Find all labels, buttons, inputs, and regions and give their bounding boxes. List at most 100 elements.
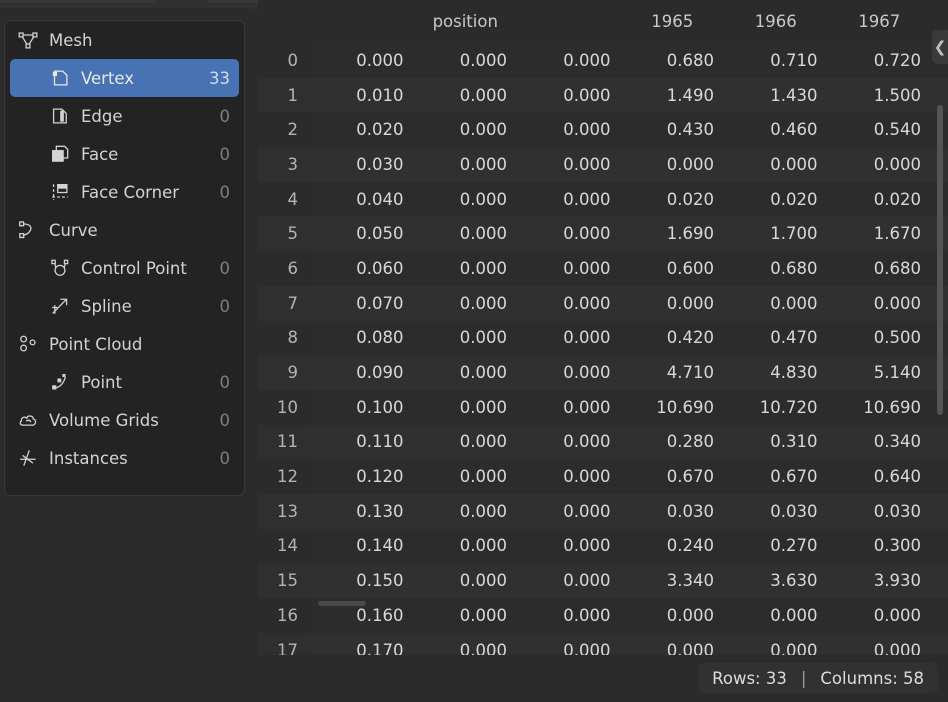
table-cell[interactable]: 1.490	[621, 78, 725, 113]
sidebar-item-mesh[interactable]: Mesh	[5, 21, 244, 59]
table-cell[interactable]: 0.000	[724, 633, 828, 655]
table-row[interactable]: 1 0.010 0.000 0.000 1.490 1.430 1.500	[258, 77, 948, 113]
table-row[interactable]: 10 0.100 0.000 0.000 10.690 10.720 10.690	[258, 389, 948, 425]
table-cell[interactable]: 0.000	[621, 147, 725, 182]
table-cell[interactable]: 0.170	[310, 633, 414, 655]
table-cell[interactable]: 0.470	[724, 321, 828, 356]
column-header[interactable]: 1965	[621, 0, 725, 43]
table-cell[interactable]: 0.310	[724, 425, 828, 460]
vertical-scrollbar-thumb[interactable]	[937, 105, 943, 415]
sidebar-item-point[interactable]: Point 0	[5, 363, 244, 401]
table-cell[interactable]: 0.000	[621, 633, 725, 655]
table-cell[interactable]: 0.000	[621, 286, 725, 321]
table-cell[interactable]: 0.020	[621, 182, 725, 217]
table-cell[interactable]: 10.690	[621, 390, 725, 425]
table-row[interactable]: 12 0.120 0.000 0.000 0.670 0.670 0.640	[258, 459, 948, 494]
table-cell[interactable]: 0.070	[310, 286, 414, 321]
column-header[interactable]: position	[310, 0, 621, 43]
table-cell[interactable]: 0.000	[414, 182, 518, 217]
table-cell[interactable]: 0.010	[310, 78, 414, 113]
table-cell[interactable]: 0.000	[517, 425, 621, 460]
table-cell[interactable]: 0.140	[310, 529, 414, 564]
table-cell[interactable]: 10.690	[828, 390, 932, 425]
table-cell[interactable]: 0.420	[621, 321, 725, 356]
table-row[interactable]: 0 0.000 0.000 0.000 0.680 0.710 0.720	[258, 43, 948, 78]
table-cell[interactable]: 0.430	[621, 112, 725, 147]
table-cell[interactable]: 1.500	[828, 78, 932, 113]
table-cell[interactable]: 0.000	[724, 598, 828, 633]
table-row[interactable]: 9 0.090 0.000 0.000 4.710 4.830 5.140	[258, 355, 948, 390]
table-cell[interactable]: 0.300	[828, 529, 932, 564]
table-cell[interactable]: 0.000	[828, 147, 932, 182]
table-cell[interactable]: 0.000	[414, 529, 518, 564]
table-row[interactable]: 13 0.130 0.000 0.000 0.030 0.030 0.030	[258, 493, 948, 529]
sidebar-item-instances[interactable]: Instances 0	[5, 439, 244, 477]
table-row[interactable]: 6 0.060 0.000 0.000 0.600 0.680 0.680	[258, 251, 948, 286]
table-cell[interactable]: 0.150	[310, 563, 414, 598]
table-cell[interactable]: 0.000	[414, 147, 518, 182]
table-cell[interactable]: 0.030	[310, 147, 414, 182]
table-cell[interactable]: 3.340	[621, 563, 725, 598]
table-cell[interactable]: 0.540	[828, 112, 932, 147]
table-row[interactable]: 14 0.140 0.000 0.000 0.240 0.270 0.300	[258, 528, 948, 564]
table-cell[interactable]: 0.000	[517, 563, 621, 598]
table-cell[interactable]: 0.000	[517, 112, 621, 147]
table-cell[interactable]: 0.080	[310, 321, 414, 356]
table-row[interactable]: 5 0.050 0.000 0.000 1.690 1.700 1.670	[258, 216, 948, 252]
table-cell[interactable]: 0.000	[414, 390, 518, 425]
table-cell[interactable]: 5.140	[828, 355, 932, 390]
table-cell[interactable]: 1.670	[828, 216, 932, 251]
table-cell[interactable]: 0.030	[724, 494, 828, 529]
table-cell[interactable]: 3.630	[724, 563, 828, 598]
table-cell[interactable]: 0.000	[517, 390, 621, 425]
table-cell[interactable]: 0.000	[517, 286, 621, 321]
table-cell[interactable]: 3.930	[828, 563, 932, 598]
table-cell[interactable]: 0.000	[828, 598, 932, 633]
sidebar-item-face-corner[interactable]: Face Corner 0	[5, 173, 244, 211]
table-cell[interactable]: 0.000	[414, 286, 518, 321]
column-header[interactable]: 1967	[828, 0, 932, 43]
table-cell[interactable]: 0.000	[517, 321, 621, 356]
sidebar-item-curve[interactable]: Curve	[5, 211, 244, 249]
sidebar-collapse-button[interactable]: ❮	[932, 30, 948, 64]
table-cell[interactable]: 0.000	[517, 494, 621, 529]
table-cell[interactable]: 0.090	[310, 355, 414, 390]
table-cell[interactable]: 1.430	[724, 78, 828, 113]
table-cell[interactable]: 0.000	[414, 459, 518, 494]
table-cell[interactable]: 0.030	[828, 494, 932, 529]
table-cell[interactable]: 0.050	[310, 216, 414, 251]
table-cell[interactable]: 0.000	[414, 425, 518, 460]
table-cell[interactable]: 0.000	[414, 563, 518, 598]
table-cell[interactable]: 0.040	[310, 182, 414, 217]
table-cell[interactable]: 10.720	[724, 390, 828, 425]
table-cell[interactable]: 0.000	[828, 633, 932, 655]
table-cell[interactable]: 0.000	[517, 216, 621, 251]
spreadsheet-grid[interactable]: 0 0.000 0.000 0.000 0.680 0.710 0.720 1 0.010 0.0…	[258, 43, 948, 655]
table-cell[interactable]: 0.670	[621, 459, 725, 494]
table-cell[interactable]: 0.000	[414, 43, 518, 78]
table-cell[interactable]: 0.600	[621, 251, 725, 286]
table-cell[interactable]: 0.000	[517, 598, 621, 633]
table-cell[interactable]: 0.710	[724, 43, 828, 78]
sidebar-item-point-cloud[interactable]: Point Cloud	[5, 325, 244, 363]
table-row[interactable]: 2 0.020 0.000 0.000 0.430 0.460 0.540	[258, 112, 948, 148]
table-cell[interactable]: 0.020	[310, 112, 414, 147]
sidebar-item-face[interactable]: Face 0	[5, 135, 244, 173]
table-cell[interactable]: 1.700	[724, 216, 828, 251]
table-row[interactable]: 17 0.170 0.000 0.000 0.000 0.000 0.000	[258, 632, 948, 655]
table-cell[interactable]: 0.340	[828, 425, 932, 460]
table-cell[interactable]: 0.640	[828, 459, 932, 494]
table-cell[interactable]: 0.000	[517, 355, 621, 390]
table-cell[interactable]: 0.000	[517, 633, 621, 655]
table-cell[interactable]: 0.000	[414, 494, 518, 529]
table-cell[interactable]: 0.000	[414, 251, 518, 286]
table-cell[interactable]: 0.060	[310, 251, 414, 286]
horizontal-scrollbar-thumb[interactable]	[318, 601, 366, 606]
table-cell[interactable]: 0.000	[414, 321, 518, 356]
table-row[interactable]: 8 0.080 0.000 0.000 0.420 0.470 0.500	[258, 320, 948, 356]
table-cell[interactable]: 0.000	[414, 216, 518, 251]
table-row[interactable]: 4 0.040 0.000 0.000 0.020 0.020 0.020	[258, 181, 948, 217]
sidebar-item-volume-grids[interactable]: Volume Grids 0	[5, 401, 244, 439]
table-cell[interactable]: 0.000	[517, 78, 621, 113]
table-cell[interactable]: 0.680	[724, 251, 828, 286]
